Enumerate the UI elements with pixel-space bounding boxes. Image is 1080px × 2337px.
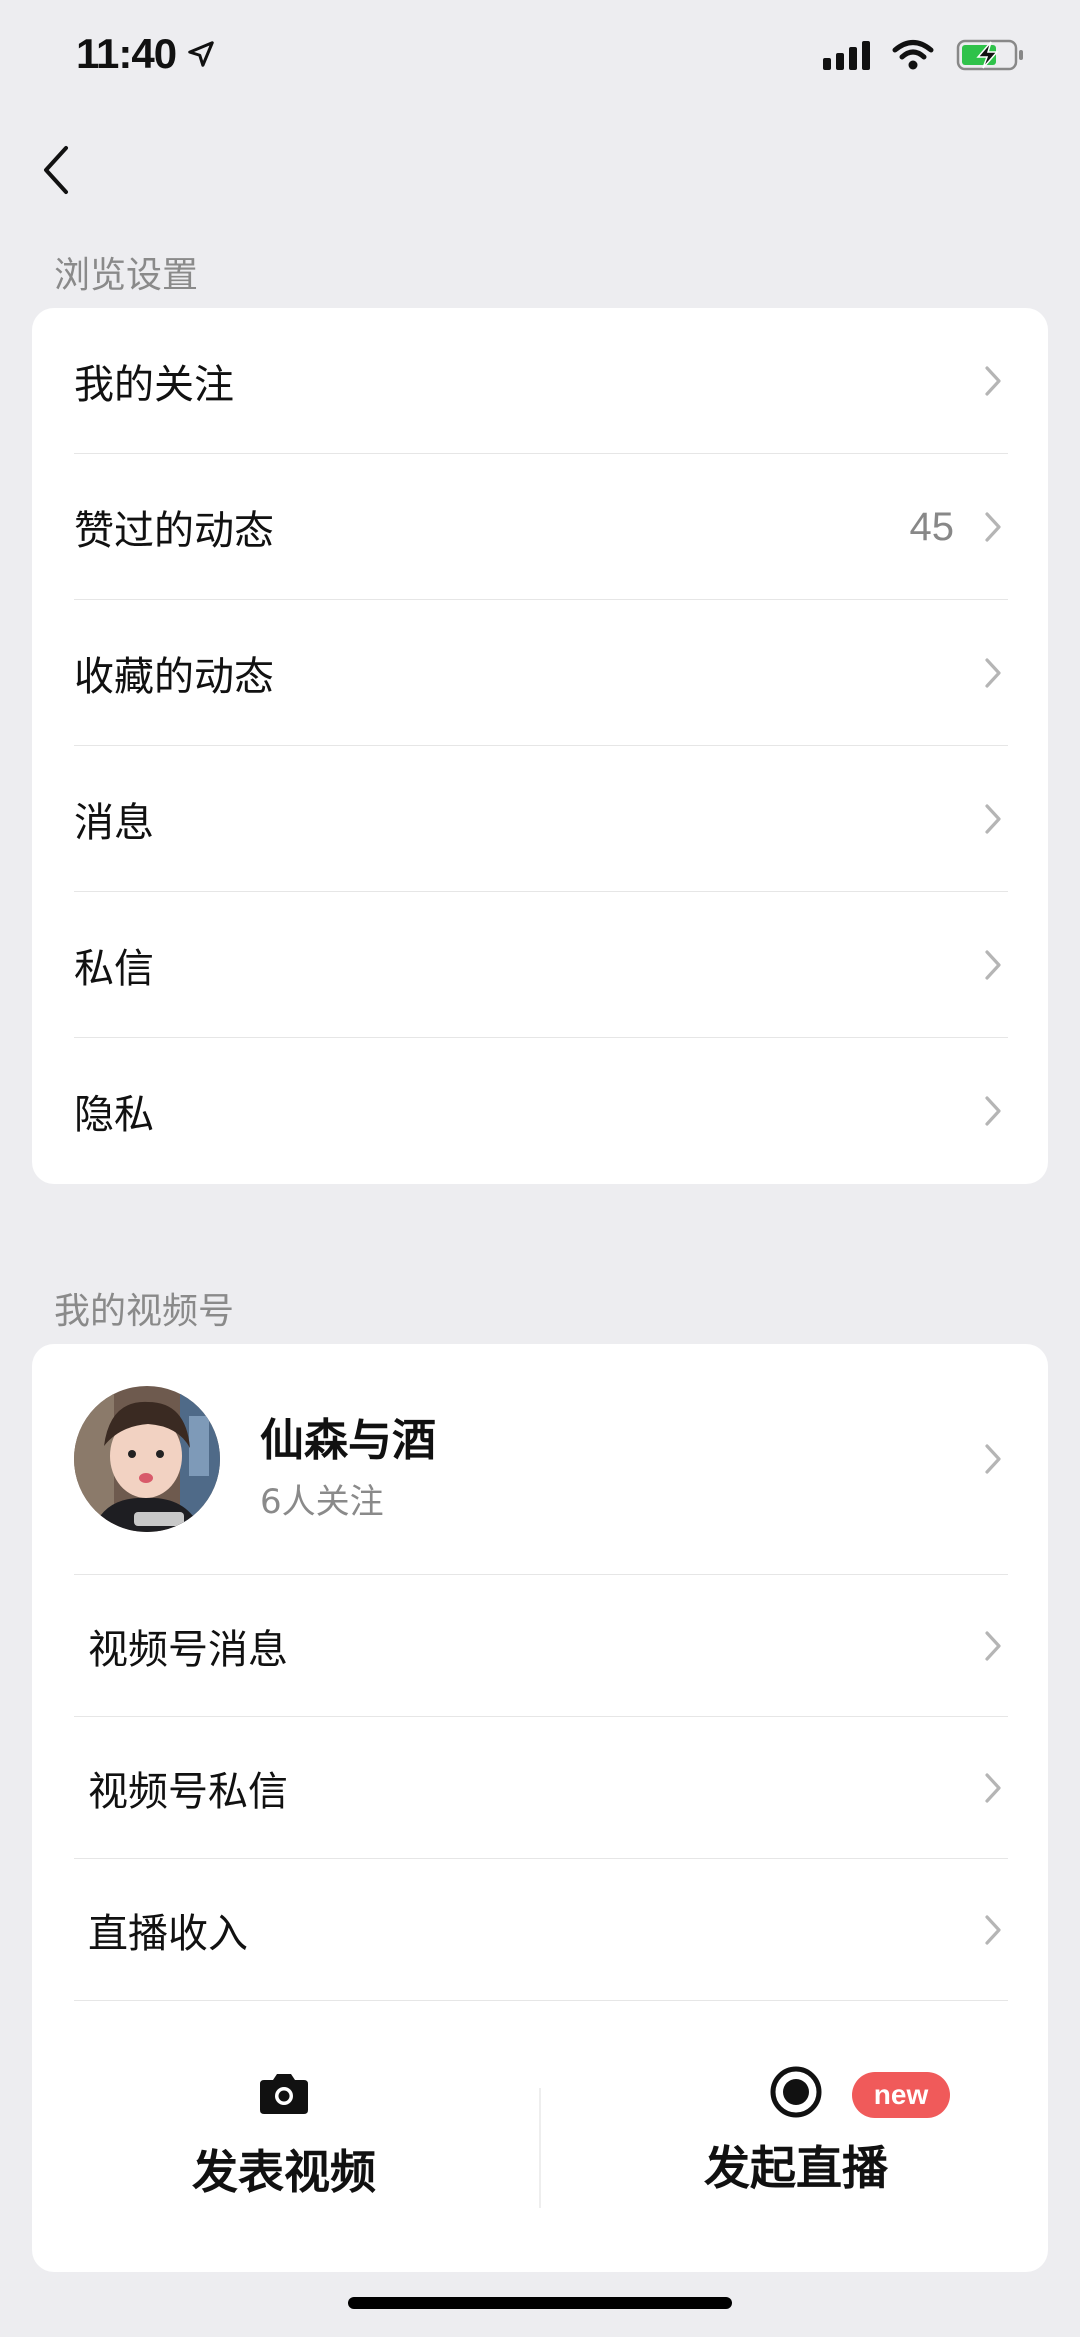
- post-video-button[interactable]: 发表视频: [84, 2072, 484, 2202]
- menu-item-label: 赞过的动态: [74, 508, 274, 554]
- menu-item-my-follows[interactable]: 我的关注: [32, 308, 1048, 454]
- menu-item-label: 视频号私信: [88, 1768, 288, 1815]
- chevron-right-icon: [985, 1630, 1001, 1661]
- menu-item-saved-posts[interactable]: 收藏的动态: [32, 600, 1048, 746]
- channel-followers: 6人关注: [260, 1482, 384, 1522]
- section-title-browse-settings: 浏览设置: [54, 255, 199, 296]
- menu-item-label: 隐私: [74, 1092, 154, 1138]
- menu-item-label: 收藏的动态: [74, 654, 274, 700]
- new-badge: new: [852, 2072, 950, 2118]
- menu-item-privacy[interactable]: 隐私: [32, 1038, 1048, 1184]
- menu-item-liked-posts[interactable]: 赞过的动态 45: [32, 454, 1048, 600]
- action-divider: [539, 2088, 541, 2208]
- signal-icon: [823, 40, 870, 70]
- chevron-right-icon: [985, 950, 1001, 980]
- chevron-right-icon: [985, 804, 1001, 834]
- channel-profile-row[interactable]: 仙森与酒 6人关注: [32, 1344, 1048, 1574]
- battery-charging-icon: [956, 39, 1023, 71]
- chevron-right-icon: [985, 512, 1001, 542]
- status-bar: 11:40: [0, 0, 1080, 120]
- browse-settings-card: 我的关注 赞过的动态 45 收藏的动态 消息 私信 隐私: [32, 308, 1048, 1184]
- location-arrow-icon: [188, 41, 214, 67]
- chevron-right-icon: [985, 658, 1001, 688]
- menu-item-label: 我的关注: [74, 362, 234, 408]
- avatar[interactable]: [74, 1386, 220, 1532]
- menu-item-private-messages[interactable]: 私信: [32, 892, 1048, 1038]
- menu-item-messages[interactable]: 消息: [32, 746, 1048, 892]
- start-live-label: 发起直播: [704, 2141, 888, 2195]
- menu-item-label: 私信: [74, 946, 154, 992]
- post-video-label: 发表视频: [192, 2145, 376, 2199]
- back-chevron-icon[interactable]: [36, 142, 76, 198]
- chevron-right-icon: [985, 366, 1001, 396]
- chevron-right-icon: [985, 1772, 1001, 1803]
- channel-name: 仙森与酒: [260, 1415, 436, 1466]
- status-time: 11:40: [76, 30, 177, 77]
- menu-item-live-income[interactable]: 直播收入: [32, 1859, 1048, 2000]
- menu-item-channel-private-messages[interactable]: 视频号私信: [32, 1717, 1048, 1858]
- wifi-icon: [892, 40, 934, 70]
- camera-icon: [260, 2074, 308, 2114]
- liked-count: 45: [909, 504, 955, 549]
- chevron-right-icon: [985, 1096, 1001, 1126]
- menu-item-label: 直播收入: [88, 1910, 248, 1957]
- menu-item-channel-messages[interactable]: 视频号消息: [32, 1575, 1048, 1716]
- live-record-icon: [770, 2066, 822, 2118]
- chevron-right-icon: [985, 1444, 1001, 1474]
- home-indicator[interactable]: [348, 2297, 732, 2309]
- menu-item-label: 视频号消息: [88, 1626, 288, 1673]
- chevron-right-icon: [985, 1914, 1001, 1945]
- section-title-my-channels: 我的视频号: [54, 1291, 235, 1332]
- divider: [74, 2000, 1008, 2001]
- menu-item-label: 消息: [74, 800, 154, 846]
- channels-card: 仙森与酒 6人关注 视频号消息 视频号私信 直播收入 发表视频 发起直播 new: [32, 1344, 1048, 2272]
